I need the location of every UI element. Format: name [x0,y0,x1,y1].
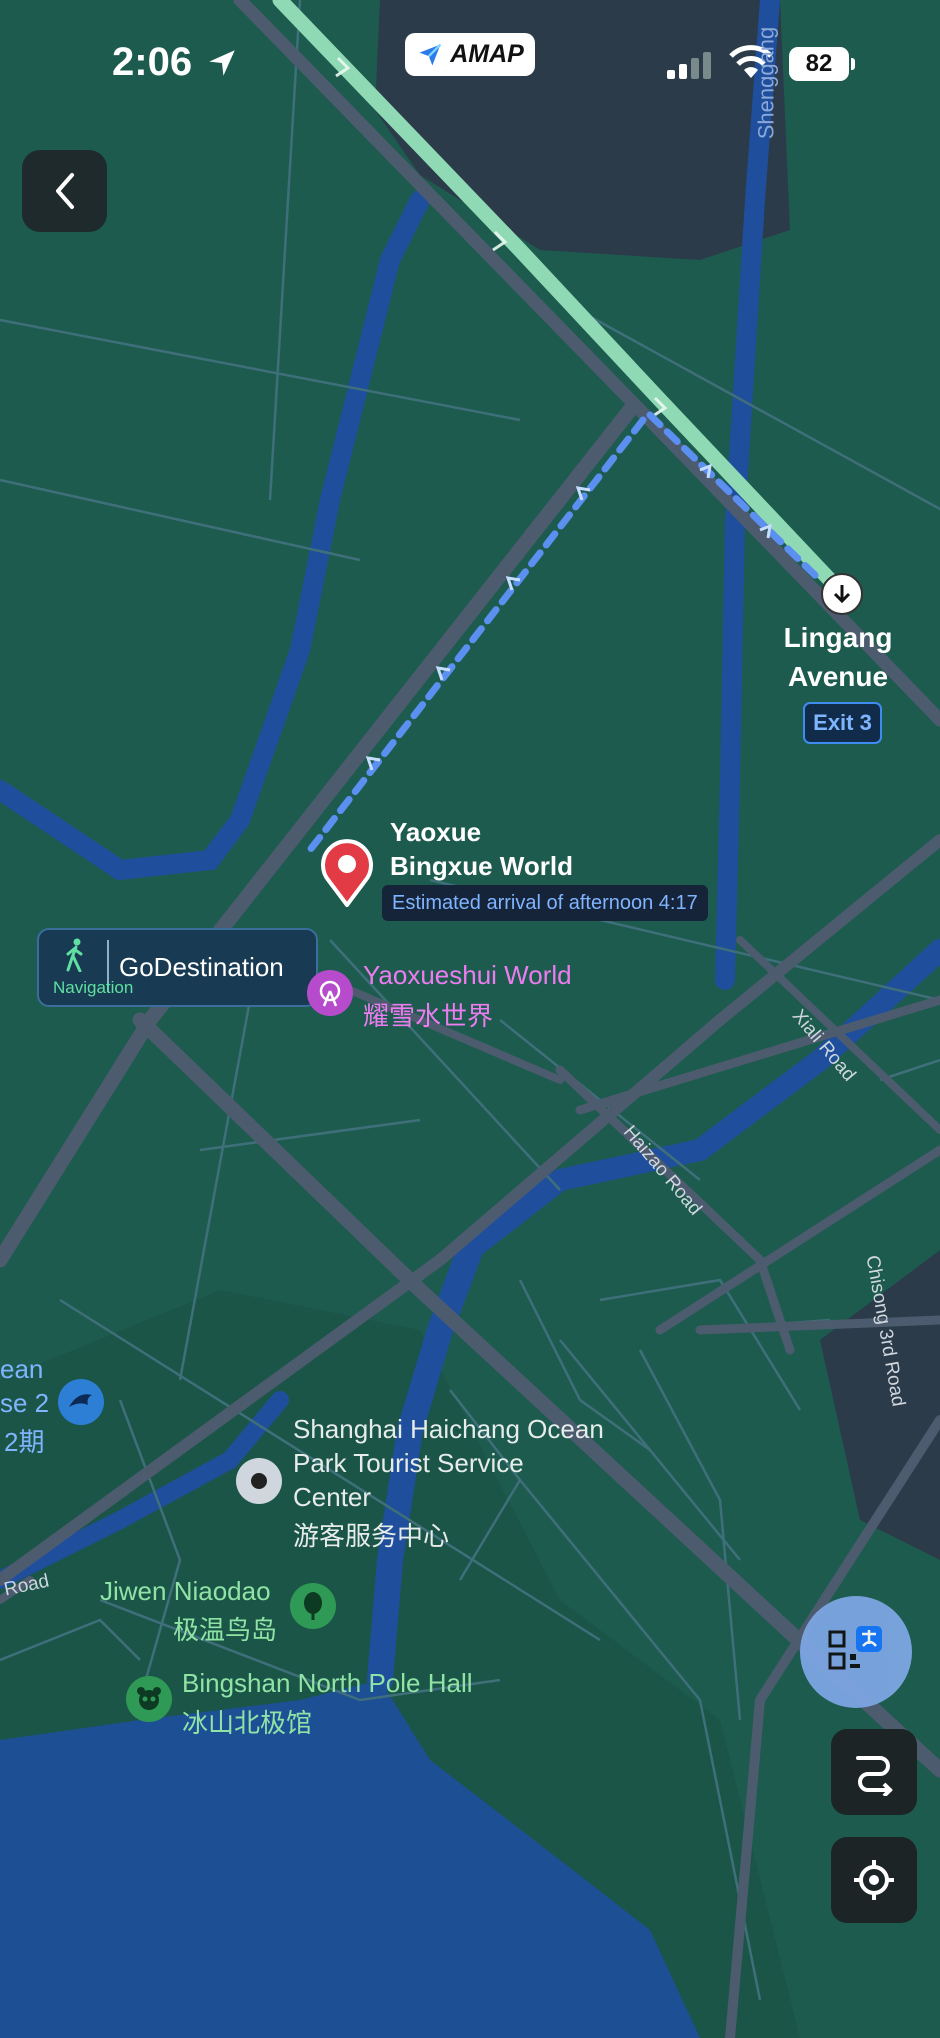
exit-name-line2: Avenue [787,661,889,692]
go-destination-button[interactable]: GoDestination Navigation [37,928,318,1007]
exit-name-line1: Lingang [783,622,893,653]
poi-ocean-en-2: se 2 [0,1388,50,1418]
amap-logo-icon [419,43,442,65]
go-destination-label: GoDestination [119,952,284,982]
poi-bingshan-zh: 冰山北极馆 [182,1708,313,1738]
poi-yaoxueshui-en: Yaoxueshui World [363,960,572,990]
battery-level: 82 [805,50,833,77]
route-button[interactable] [831,1729,917,1815]
chevron-left-icon [55,173,74,209]
navigation-sub-label: Navigation [53,978,134,997]
destination-name-line2: Bingxue World [390,851,573,881]
destination-title: Yaoxue Bingxue World [390,815,573,883]
exit-marker[interactable] [821,573,863,615]
poi-service-center-en-2: Park Tourist Service [293,1448,524,1478]
poi-service-center-en-3: Center [293,1482,372,1512]
poi-ocean-en-1: ean [0,1354,44,1384]
exit-badge: Exit 3 [803,702,882,744]
signal-icon [665,50,715,85]
service-center-icon[interactable] [236,1458,282,1504]
location-arrow-icon [205,46,239,85]
scan-pay-button[interactable] [800,1596,912,1708]
locate-me-button[interactable] [831,1837,917,1923]
app-return-pill[interactable]: AMAP [405,33,535,76]
poi-jiwen-zh: 极温鸟岛 [173,1615,278,1645]
poi-service-center-en-1: Shanghai Haichang Ocean [293,1414,604,1444]
arrow-down-icon [833,585,851,604]
destination-pin-icon[interactable] [317,837,377,912]
route-icon [856,1756,893,1796]
exit-name: Lingang Avenue [778,618,898,696]
tree-icon[interactable] [290,1583,336,1629]
app-pill-label: AMAP [450,40,524,68]
qr-code-icon [828,1626,882,1670]
poi-jiwen-en: Jiwen Niaodao [100,1576,271,1606]
poi-bingshan-en: Bingshan North Pole Hall [182,1668,473,1698]
dolphin-icon[interactable] [58,1379,104,1425]
destination-name-line1: Yaoxue [390,817,482,847]
eta-badge: Estimated arrival of afternoon 4:17 [382,885,708,921]
ferris-wheel-icon[interactable] [307,970,353,1016]
status-time: 2:06 [112,40,193,84]
poi-ocean-zh: 2期 [4,1427,45,1457]
battery-icon: 82 [789,47,855,81]
back-button[interactable] [22,150,107,232]
crosshair-icon [854,1860,894,1900]
panda-icon[interactable] [126,1676,172,1722]
status-bar: 2:06 AMAP 82 [0,0,940,120]
poi-yaoxueshui-zh: 耀雪水世界 [363,1001,494,1031]
road-label-shenggang: Shenggang [753,26,779,140]
poi-service-center-zh: 游客服务中心 [293,1521,450,1551]
walking-person-icon [61,938,91,977]
